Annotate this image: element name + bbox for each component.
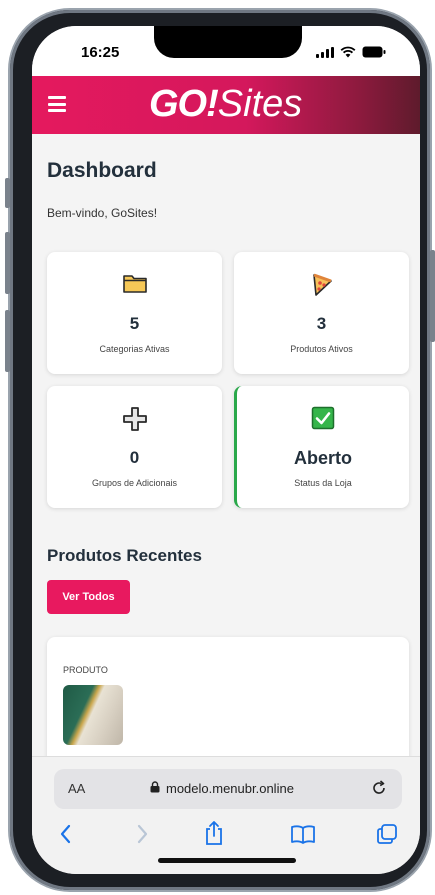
volume-up-button [5,232,10,294]
card-value: 5 [129,314,140,333]
share-icon[interactable] [204,820,224,851]
card-label: Grupos de Adicionais [91,478,178,488]
recent-products-title: Produtos Recentes [47,546,202,565]
tabs-icon[interactable] [376,823,398,850]
wifi-icon [340,46,356,58]
card-addon-groups[interactable]: 0 Grupos de Adicionais [47,386,222,508]
pizza-icon [234,272,409,298]
folder-icon [47,272,222,298]
check-box-icon [237,406,409,432]
browser-toolbar: AA modelo.menubr.online [32,756,420,874]
power-button [430,250,435,342]
welcome-message: Bem-vindo, GoSites! [47,206,158,220]
recent-products-table: PRODUTO [47,637,409,756]
card-label: Produtos Ativos [290,344,353,354]
card-active-categories[interactable]: 5 Categorias Ativas [47,252,222,374]
gosites-logo[interactable]: GO!Sites [149,84,302,124]
plus-icon [47,406,222,432]
product-thumbnail[interactable] [63,685,123,745]
home-indicator[interactable] [158,858,296,863]
lock-icon [150,781,160,796]
status-bar: 16:25 [32,26,420,76]
app-header: GO!Sites [32,76,420,134]
status-icons [316,46,386,58]
view-all-button[interactable]: Ver Todos [47,580,130,614]
page-title: Dashboard [47,159,157,182]
main-content: Dashboard Bem-vindo, GoSites! 5 Categori… [32,134,420,756]
silent-switch [5,178,10,208]
forward-chevron-icon[interactable] [136,823,150,850]
text-size-button[interactable]: AA [68,781,85,796]
card-active-products[interactable]: 3 Produtos Ativos [234,252,409,374]
reload-icon[interactable] [370,779,388,802]
card-label: Status da Loja [294,478,352,488]
product-column-header: PRODUTO [63,665,108,675]
back-chevron-icon[interactable] [58,823,72,850]
card-value: 3 [316,314,327,333]
phone-screen: 16:25 GO!Sites Dashboard Bem-vindo, GoSi… [32,26,420,874]
battery-icon [362,46,386,58]
status-time: 16:25 [81,44,120,61]
volume-down-button [5,310,10,372]
card-label: Categorias Ativas [99,344,170,354]
signal-icon [316,46,334,58]
notch [154,26,302,58]
url-group: modelo.menubr.online [150,781,294,796]
card-store-status[interactable]: Aberto Status da Loja [234,386,409,508]
browser-nav [32,820,420,855]
url-text: modelo.menubr.online [166,781,294,796]
card-value: Aberto [294,448,352,468]
card-value: 0 [129,448,140,467]
hamburger-menu-icon[interactable] [48,96,66,112]
address-bar[interactable]: AA modelo.menubr.online [54,769,402,809]
bookmarks-icon[interactable] [290,823,316,850]
